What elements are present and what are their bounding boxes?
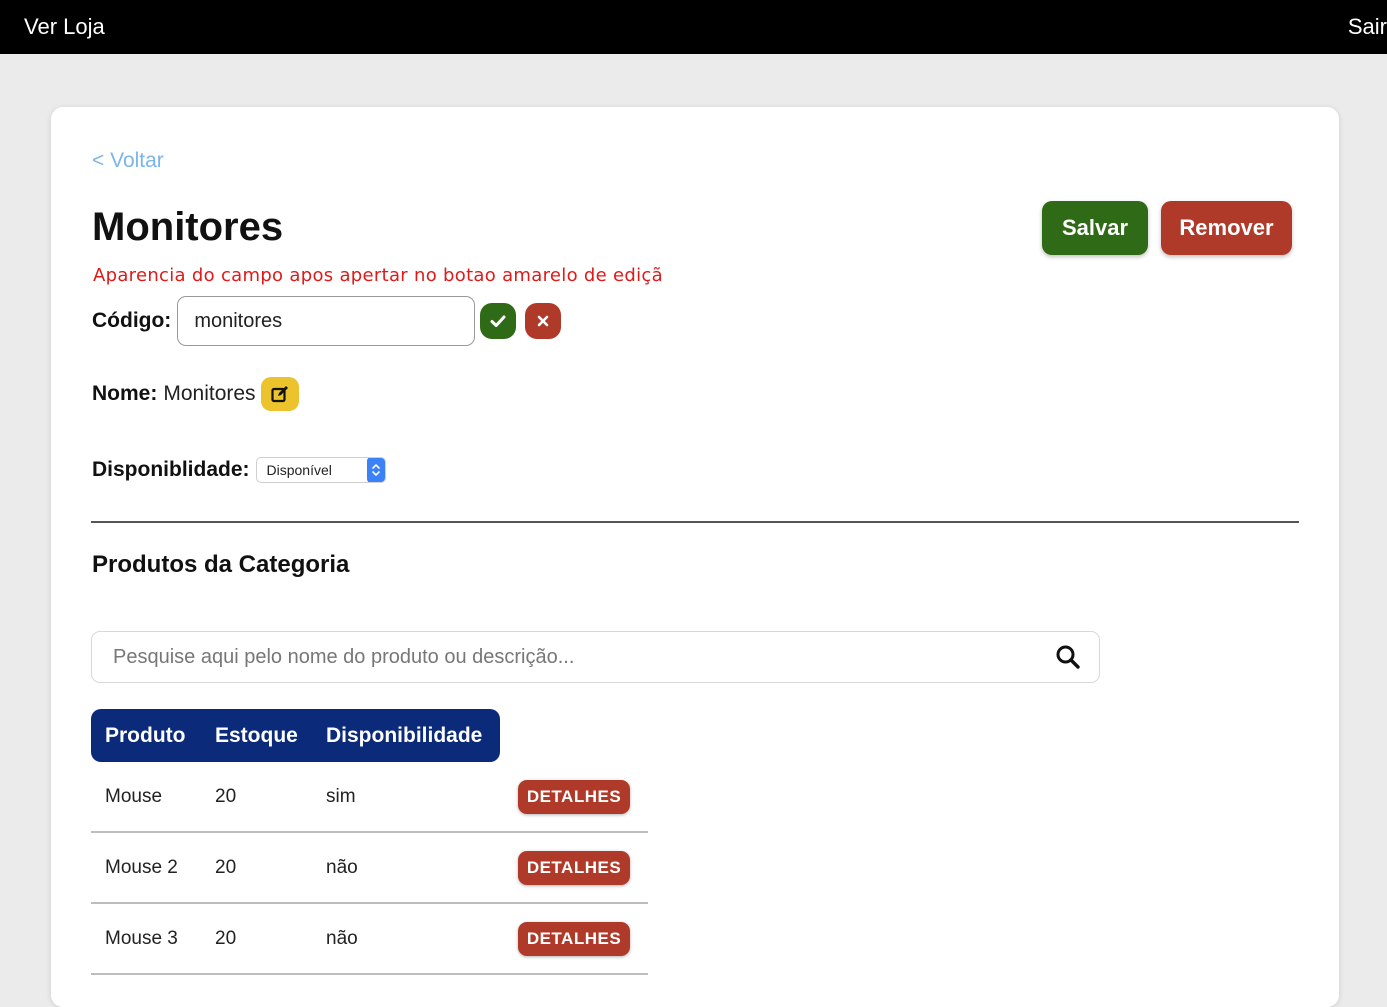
- section-title: Produtos da Categoria: [92, 551, 350, 578]
- disponibilidade-label: Disponiblidade:: [92, 458, 250, 481]
- cell-estoque: 20: [215, 786, 237, 807]
- disponibilidade-select[interactable]: Disponível: [255, 457, 386, 483]
- column-header-produto: Produto: [105, 724, 186, 747]
- edit-nome-button[interactable]: [260, 377, 299, 411]
- page-title: Monitores: [92, 205, 284, 249]
- details-button[interactable]: DETALHES: [518, 922, 630, 956]
- table-row: Mouse 20 sim DETALHES: [91, 762, 648, 833]
- logout-link[interactable]: Sair: [1348, 14, 1387, 40]
- top-navbar: Ver Loja Sair: [0, 0, 1387, 54]
- cell-disponibilidade: não: [326, 857, 358, 878]
- check-icon: [490, 315, 506, 327]
- cell-disponibilidade: não: [326, 928, 358, 949]
- confirm-edit-button[interactable]: [480, 303, 517, 339]
- table-row: Mouse 2 20 não DETALHES: [91, 833, 648, 904]
- details-button[interactable]: DETALHES: [518, 851, 630, 885]
- codigo-row: Código:: [92, 296, 562, 346]
- chevron-updown-icon: [366, 458, 385, 482]
- product-search: [91, 631, 1100, 683]
- cell-produto: Mouse: [105, 786, 163, 807]
- ver-loja-link[interactable]: Ver Loja: [24, 14, 105, 40]
- column-header-estoque: Estoque: [215, 724, 298, 747]
- category-card: < Voltar Monitores Salvar Remover Aparen…: [51, 107, 1339, 1007]
- section-divider: [91, 521, 1299, 523]
- nome-label: Nome:: [92, 382, 158, 405]
- cell-produto: Mouse 3: [105, 928, 178, 949]
- details-button[interactable]: DETALHES: [518, 780, 630, 814]
- cell-estoque: 20: [215, 928, 237, 949]
- annotation-note: Aparencia do campo apos apertar no botao…: [93, 265, 663, 286]
- cell-produto: Mouse 2: [105, 857, 178, 878]
- cancel-edit-button[interactable]: [525, 303, 562, 339]
- cell-disponibilidade: sim: [326, 786, 356, 807]
- codigo-input[interactable]: [177, 296, 476, 346]
- search-input[interactable]: [92, 632, 1055, 682]
- save-button[interactable]: Salvar: [1042, 201, 1148, 255]
- back-link[interactable]: < Voltar: [92, 149, 164, 173]
- disponibilidade-row: Disponiblidade: Disponível: [92, 455, 386, 485]
- close-icon: [538, 315, 549, 327]
- nome-row: Nome: Monitores: [92, 376, 299, 412]
- column-header-disponibilidade: Disponibilidade: [326, 724, 483, 747]
- remove-button[interactable]: Remover: [1161, 201, 1292, 255]
- search-icon[interactable]: [1055, 644, 1085, 670]
- table-header: Produto Estoque Disponibilidade: [91, 709, 500, 762]
- table-row: Mouse 3 20 não DETALHES: [91, 904, 648, 975]
- edit-icon: [270, 386, 288, 403]
- cell-estoque: 20: [215, 857, 237, 878]
- select-value: Disponível: [266, 462, 332, 478]
- codigo-label: Código:: [92, 309, 172, 332]
- nome-value: Monitores: [163, 382, 256, 405]
